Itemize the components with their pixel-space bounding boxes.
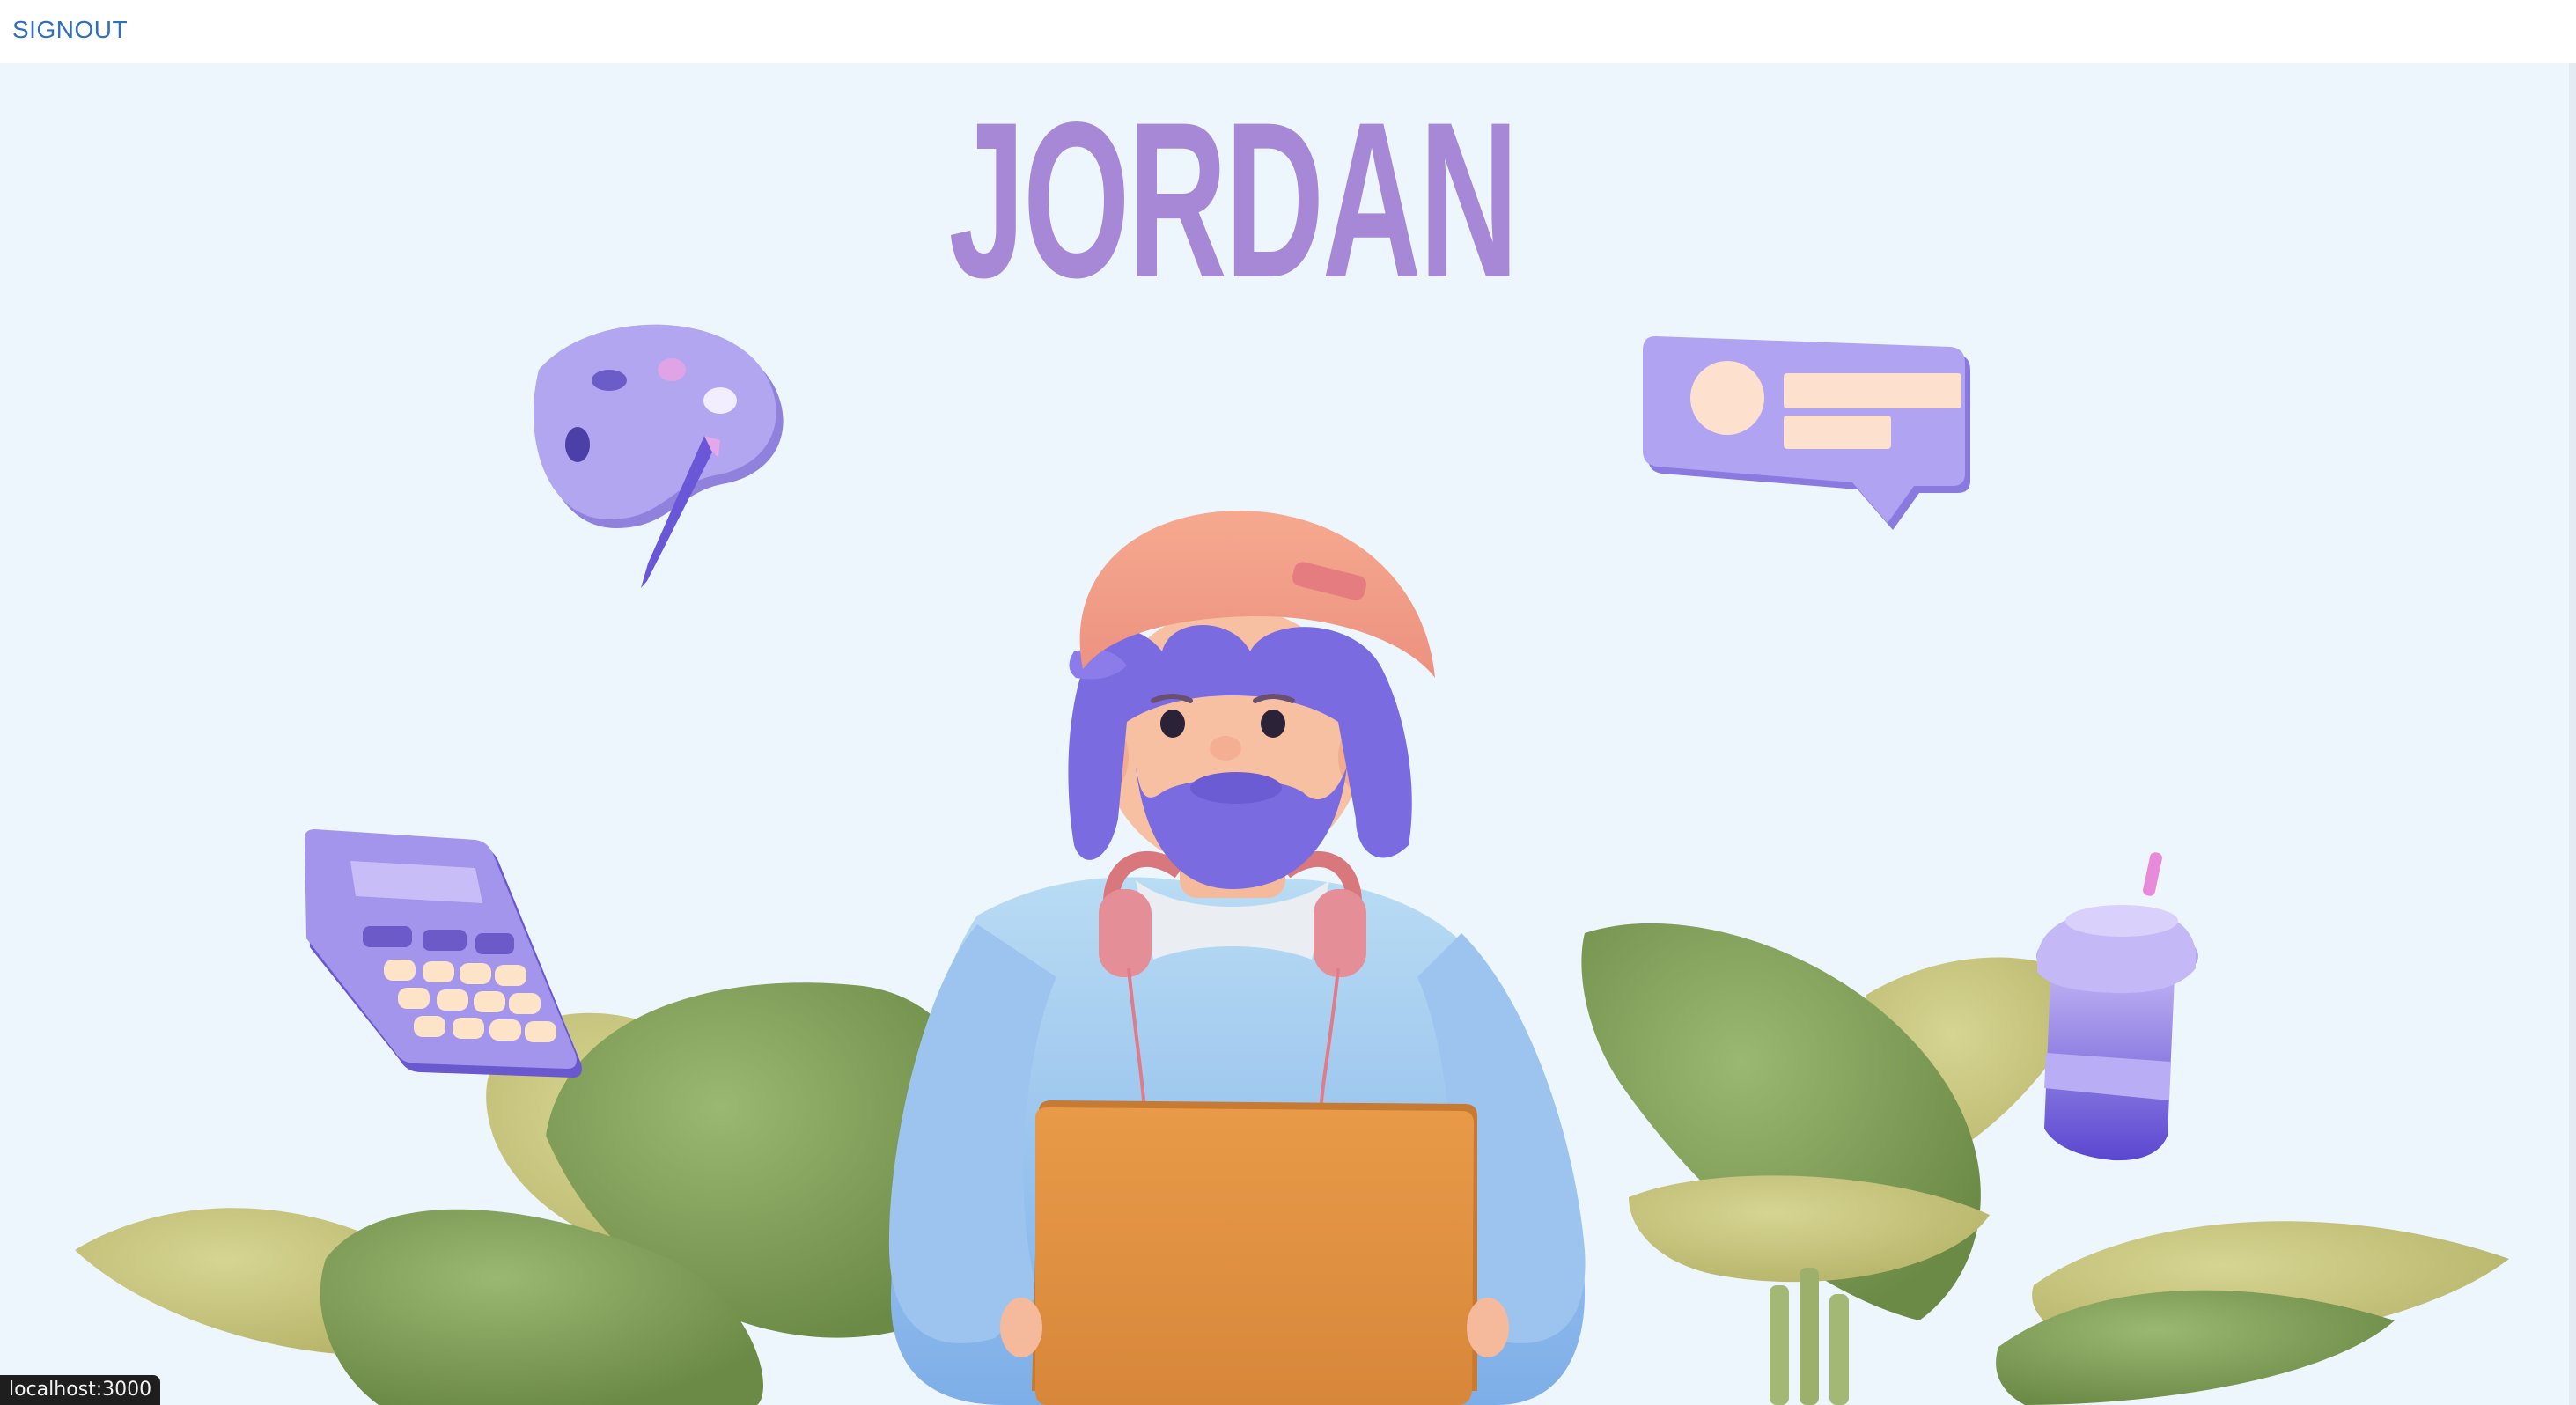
laptop xyxy=(1032,1100,1477,1405)
drink-cup-icon xyxy=(2036,852,2198,1161)
top-nav-bar: SIGNOUT xyxy=(0,0,2576,63)
calculator-icon xyxy=(305,829,582,1078)
palette-icon xyxy=(533,324,784,588)
hero-illustration xyxy=(75,324,2509,1405)
status-bar-url: localhost:3000 xyxy=(0,1375,161,1405)
hero-section: JORDAN xyxy=(0,63,2576,1405)
chat-bubble-icon xyxy=(1643,336,1970,530)
avatar-character xyxy=(888,510,1586,1405)
page-scrollbar[interactable] xyxy=(2569,63,2576,1405)
plant-right xyxy=(1581,923,2509,1405)
signout-link[interactable]: SIGNOUT xyxy=(12,16,128,44)
